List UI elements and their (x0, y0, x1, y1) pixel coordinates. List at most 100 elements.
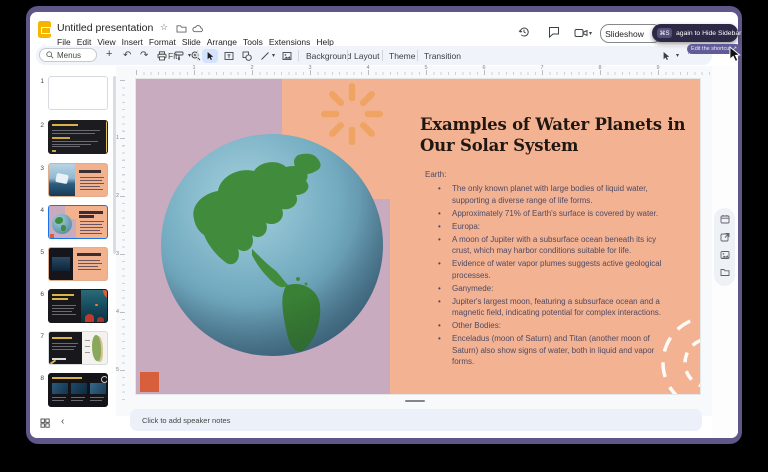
slide-thumbnail-4-selected[interactable] (48, 205, 108, 239)
toolbar-separator (347, 50, 348, 61)
document-title[interactable]: Untitled presentation (57, 22, 153, 34)
slide-bullet-list[interactable]: The only known planet with large bodies … (434, 183, 668, 369)
notes-resize-handle[interactable] (405, 400, 425, 402)
slide-thumbnail-6[interactable] (48, 289, 108, 323)
textbox-tool-icon[interactable] (224, 51, 234, 61)
meet-chevron-down-icon[interactable]: ▾ (589, 30, 592, 37)
layout-button[interactable]: Layout (354, 50, 380, 62)
slide-section-label[interactable]: Earth: (425, 170, 446, 179)
ruler-number: 4 (366, 65, 369, 71)
slide-thumbnail-1[interactable] (48, 76, 108, 110)
menus-search-button[interactable]: Menus (39, 48, 97, 62)
slide-thumbnail-5[interactable] (48, 247, 108, 281)
slides-app-icon-bar (41, 27, 51, 34)
insert-image-icon[interactable] (282, 51, 292, 61)
grid-view-icon[interactable] (40, 418, 51, 429)
ruler-number: 1 (192, 65, 195, 71)
toolbar-separator (197, 50, 198, 61)
meet-camera-icon[interactable] (574, 28, 586, 40)
shortcut-tooltip: ⌘S again to Hide Sidebar (652, 24, 738, 42)
slide-number: 6 (34, 291, 44, 298)
bullet-item[interactable]: Ganymede: (434, 283, 668, 295)
ruler-number: 3 (308, 65, 311, 71)
shapes-tool-icon[interactable] (242, 51, 252, 61)
open-in-new-icon[interactable] (720, 232, 730, 242)
theme-button[interactable]: Theme (389, 50, 415, 62)
bullet-item[interactable]: Jupiter's largest moon, featuring a subs… (434, 296, 668, 319)
keyboard-shortcut-badge: ⌘S (657, 28, 672, 38)
line-tool-icon[interactable] (260, 51, 270, 61)
version-history-icon[interactable] (518, 26, 530, 38)
bullet-item[interactable]: A moon of Jupiter with a subsurface ocea… (434, 234, 668, 257)
image-panel-icon[interactable] (720, 250, 730, 260)
slideshow-label: Slideshow (605, 29, 644, 39)
ruler-number: 4 (116, 309, 119, 315)
slide-editor[interactable]: Examples of Water Planets in Our Solar S… (136, 79, 700, 394)
collapse-filmstrip-icon[interactable]: ‹ (61, 416, 64, 427)
menus-label: Menus (57, 51, 81, 60)
bullet-item[interactable]: Approximately 71% of Earth's surface is … (434, 208, 668, 220)
undo-icon[interactable]: ↶ (123, 50, 131, 61)
fit-label[interactable]: Fit (168, 50, 177, 62)
screenshot-stage: Untitled presentation ☆ File Edit View I… (0, 0, 768, 472)
bullet-item[interactable]: Enceladus (moon of Saturn) and Titan (an… (434, 333, 668, 368)
slides-app-icon[interactable] (38, 21, 51, 38)
redo-icon[interactable]: ↷ (140, 50, 148, 61)
tooltip-text: again to Hide Sidebar (676, 30, 741, 37)
bullet-item[interactable]: Europa: (434, 221, 668, 233)
bullet-item[interactable]: Evidence of water vapor plumes suggests … (434, 258, 668, 281)
slide-number: 2 (34, 122, 44, 129)
slide-thumbnail-8[interactable] (48, 373, 108, 407)
horizontal-ruler: 1 2 3 4 5 6 7 8 9 (126, 66, 712, 75)
zoom-icon[interactable] (191, 51, 201, 61)
fit-chevron-down-icon[interactable]: ▾ (188, 52, 191, 59)
bullet-item[interactable]: Other Bodies: (434, 320, 668, 332)
pointer-chevron-down-icon[interactable]: ▾ (676, 52, 679, 59)
slide-number: 4 (34, 207, 44, 214)
toolbar-separator (417, 50, 418, 61)
earth-globe-image[interactable] (160, 133, 384, 357)
ruler-number: 6 (482, 65, 485, 71)
ruler-number: 8 (598, 65, 601, 71)
slide-number: 5 (34, 249, 44, 256)
transition-button[interactable]: Transition (424, 50, 461, 62)
ruler-number: 5 (424, 65, 427, 71)
slideshow-button[interactable]: Slideshow (600, 24, 649, 43)
slide-title-text[interactable]: Examples of Water Planets in Our Solar S… (420, 115, 700, 156)
slide-number: 8 (34, 375, 44, 382)
slide-thumbnail-7[interactable] (48, 331, 108, 365)
red-square-decoration (140, 372, 159, 392)
cloud-status-icon[interactable] (192, 25, 204, 37)
slide-number: 7 (34, 333, 44, 340)
slide-thumbnail-3[interactable] (48, 163, 108, 197)
speaker-notes-placeholder: Click to add speaker notes (142, 416, 230, 425)
ruler-number: 7 (540, 65, 543, 71)
ruler-number: 2 (250, 65, 253, 71)
cursor-icon (206, 51, 214, 61)
bullet-item[interactable]: The only known planet with large bodies … (434, 183, 668, 206)
ruler-number: 2 (116, 193, 119, 199)
slide-number: 3 (34, 165, 44, 172)
move-folder-icon[interactable] (176, 24, 188, 36)
slide-number: 1 (34, 78, 44, 85)
mouse-cursor-icon (729, 46, 742, 63)
print-icon[interactable] (157, 51, 167, 61)
pointer-tool-icon[interactable] (662, 51, 672, 61)
calendar-icon[interactable] (720, 214, 730, 224)
folder-panel-icon[interactable] (720, 268, 730, 278)
toolbar-separator (298, 50, 299, 61)
background-button[interactable]: Background (306, 50, 351, 62)
speaker-notes-box[interactable]: Click to add speaker notes (130, 409, 702, 431)
select-tool-button[interactable] (202, 49, 218, 63)
ruler-number: 9 (656, 65, 659, 71)
toolbar-separator (382, 50, 383, 61)
app-window: Untitled presentation ☆ File Edit View I… (30, 12, 738, 438)
comments-icon[interactable] (548, 26, 560, 38)
ruler-number: 1 (116, 135, 119, 141)
ruler-number: 5 (116, 367, 119, 373)
add-slide-button[interactable]: + (106, 49, 112, 60)
slide-thumbnail-2[interactable] (48, 120, 108, 154)
vertical-ruler: 1 2 3 4 5 (116, 75, 125, 405)
line-chevron-down-icon[interactable]: ▾ (272, 52, 275, 59)
star-icon[interactable]: ☆ (160, 22, 168, 33)
